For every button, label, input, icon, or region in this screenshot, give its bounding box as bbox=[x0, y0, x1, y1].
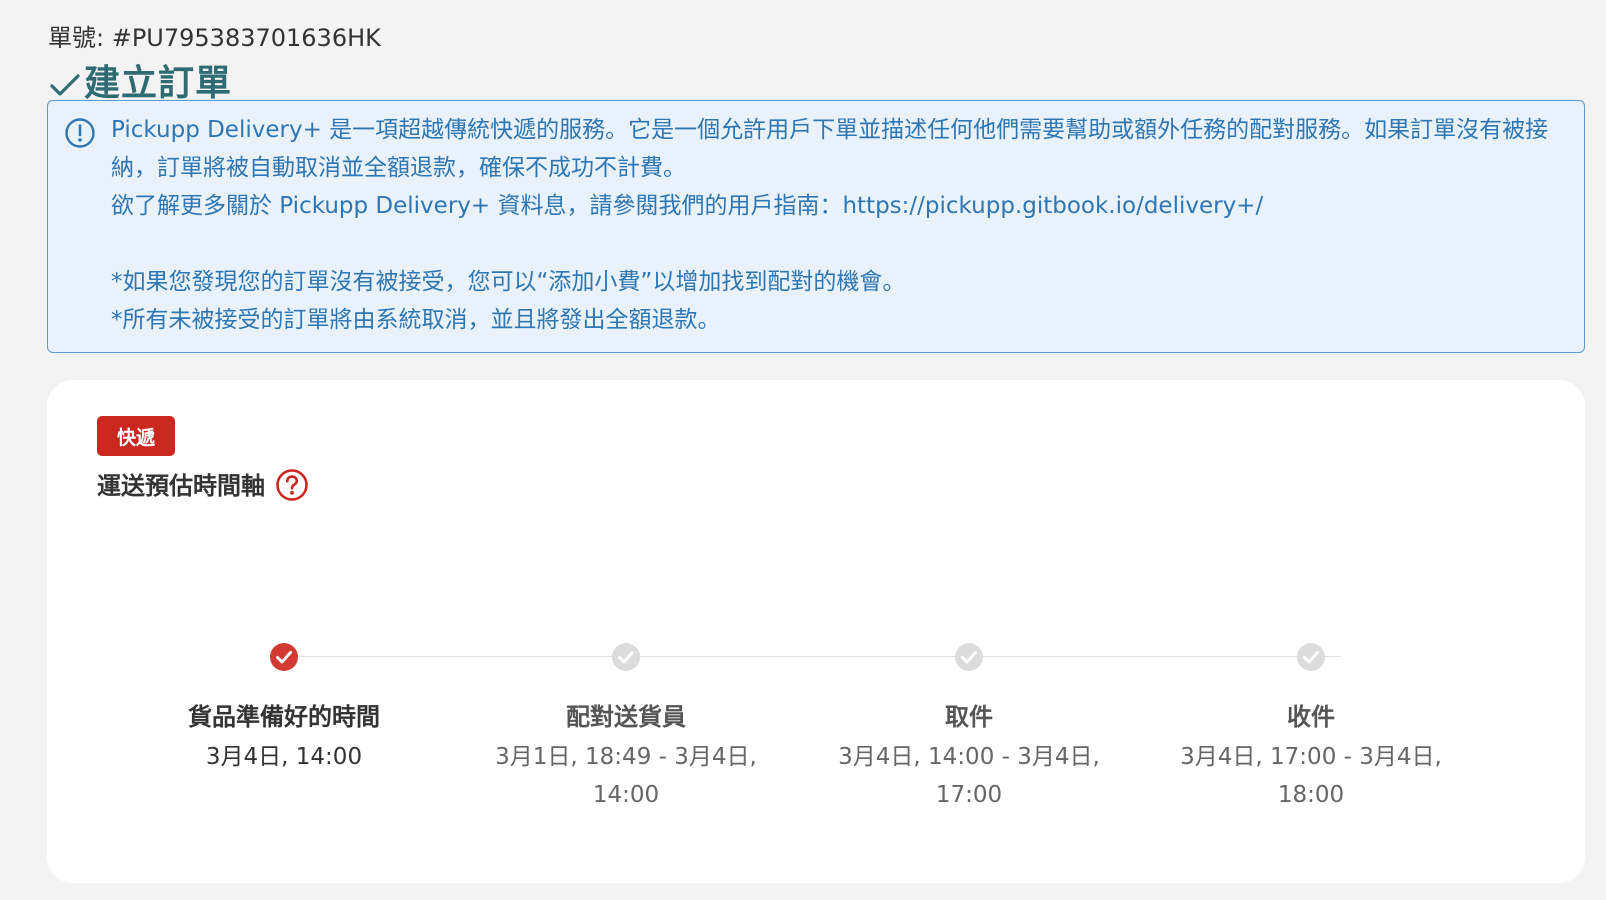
notice-spacer bbox=[111, 225, 1561, 263]
info-notice-text: Pickupp Delivery+ 是一項超越傳統快遞的服務。它是一個允許用戶下… bbox=[111, 111, 1561, 339]
order-detail-page: 單號: #PU795383701636HK 建立訂單 Pickupp Deliv… bbox=[0, 0, 1606, 900]
question-circle-icon[interactable] bbox=[275, 468, 309, 502]
notice-line-2[interactable]: 欲了解更多關於 Pickupp Delivery+ 資料息，請參閱我們的用戶指南… bbox=[111, 187, 1561, 225]
step-time: 3月1日, 18:49 - 3月4日, 14:00 bbox=[495, 744, 757, 808]
step-time: 3月4日, 17:00 - 3月4日, 18:00 bbox=[1180, 744, 1442, 808]
step-label: 取件 bbox=[945, 703, 993, 731]
step-time: 3月4日, 14:00 bbox=[205, 744, 363, 770]
order-number: 單號: #PU795383701636HK bbox=[48, 24, 381, 52]
info-circle-icon bbox=[65, 118, 95, 148]
delivery-timeline-card: 快遞 運送預估時間軸 貨品準備好的時間 3月4日, 14:00 配對送貨員 3月… bbox=[47, 380, 1585, 883]
step-label: 配對送貨員 bbox=[566, 703, 686, 731]
timeline-step-ready: 貨品準備好的時間 3月4日, 14:00 bbox=[124, 642, 444, 776]
step-label: 收件 bbox=[1287, 703, 1335, 731]
timeline-step-dropoff: 收件 3月4日, 17:00 - 3月4日, 18:00 bbox=[1151, 642, 1471, 814]
order-status: 建立訂單 bbox=[48, 54, 232, 106]
notice-line-1: Pickupp Delivery+ 是一項超越傳統快遞的服務。它是一個允許用戶下… bbox=[111, 117, 1549, 181]
step-pending-check-icon bbox=[955, 643, 983, 671]
timeline-step-match-courier: 配對送貨員 3月1日, 18:49 - 3月4日, 14:00 bbox=[466, 642, 786, 814]
info-notice: Pickupp Delivery+ 是一項超越傳統快遞的服務。它是一個允許用戶下… bbox=[47, 100, 1585, 353]
status-title: 建立訂單 bbox=[84, 63, 233, 104]
step-pending-check-icon bbox=[1297, 643, 1325, 671]
notice-line-3: *如果您發現您的訂單沒有被接受，您可以“添加小費”以增加找到配對的機會。 bbox=[111, 269, 906, 295]
step-completed-check-icon bbox=[270, 643, 298, 671]
step-label: 貨品準備好的時間 bbox=[188, 703, 380, 731]
timeline-title-text: 運送預估時間軸 bbox=[97, 471, 265, 500]
timeline-step-pickup: 取件 3月4日, 14:00 - 3月4日, 17:00 bbox=[809, 642, 1129, 814]
timeline-title: 運送預估時間軸 bbox=[97, 464, 309, 502]
checkmark-icon bbox=[50, 74, 80, 96]
service-type-badge: 快遞 bbox=[97, 416, 175, 456]
step-time: 3月4日, 14:00 - 3月4日, 17:00 bbox=[838, 744, 1100, 808]
notice-line-4: *所有未被接受的訂單將由系統取消，並且將發出全額退款。 bbox=[111, 307, 721, 333]
step-pending-check-icon bbox=[612, 643, 640, 671]
